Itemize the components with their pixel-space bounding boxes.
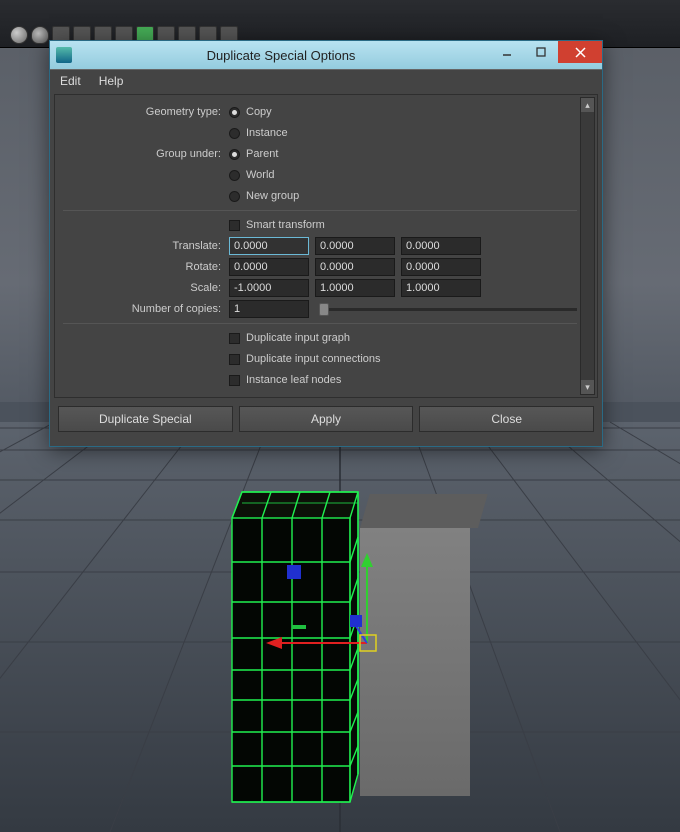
- minimize-button[interactable]: [490, 41, 524, 63]
- label-rotate: Rotate:: [63, 261, 229, 273]
- radio-world-label: World: [246, 169, 275, 181]
- scroll-track[interactable]: [581, 112, 594, 380]
- label-scale: Scale:: [63, 282, 229, 294]
- radio-parent[interactable]: [229, 149, 240, 160]
- close-dialog-button[interactable]: Close: [419, 406, 594, 432]
- radio-copy[interactable]: [229, 107, 240, 118]
- move-manipulator[interactable]: [252, 553, 422, 723]
- copies-slider[interactable]: [319, 308, 577, 311]
- label-group-under: Group under:: [63, 148, 229, 160]
- label-dup-input-graph: Duplicate input graph: [246, 332, 350, 344]
- maya-app-icon: [56, 47, 72, 63]
- label-translate: Translate:: [63, 240, 229, 252]
- input-rotate-x[interactable]: [229, 258, 309, 276]
- check-dup-input-conn[interactable]: [229, 354, 240, 365]
- titlebar[interactable]: Duplicate Special Options: [50, 41, 602, 69]
- scene-objects: [230, 488, 490, 808]
- duplicate-special-button[interactable]: Duplicate Special: [58, 406, 233, 432]
- label-geometry-type: Geometry type:: [63, 106, 229, 118]
- radio-new-group-label: New group: [246, 190, 299, 202]
- radio-instance-label: Instance: [246, 127, 288, 139]
- input-scale-z[interactable]: [401, 279, 481, 297]
- radio-parent-label: Parent: [246, 148, 278, 160]
- input-translate-z[interactable]: [401, 237, 481, 255]
- apply-button[interactable]: Apply: [239, 406, 414, 432]
- radio-copy-label: Copy: [246, 106, 272, 118]
- duplicate-special-dialog: Duplicate Special Options Edit Help Geom…: [49, 40, 603, 447]
- options-panel: Geometry type: Copy Instance Group under…: [54, 94, 598, 398]
- close-button[interactable]: [558, 41, 602, 63]
- scroll-down-icon[interactable]: ▾: [581, 380, 594, 394]
- input-translate-y[interactable]: [315, 237, 395, 255]
- slider-thumb[interactable]: [319, 303, 329, 316]
- label-smart-transform: Smart transform: [246, 219, 325, 231]
- input-rotate-z[interactable]: [401, 258, 481, 276]
- label-copies: Number of copies:: [63, 303, 229, 315]
- dialog-menubar: Edit Help: [50, 69, 602, 92]
- input-translate-x[interactable]: [229, 237, 309, 255]
- radio-world[interactable]: [229, 170, 240, 181]
- input-rotate-y[interactable]: [315, 258, 395, 276]
- input-scale-y[interactable]: [315, 279, 395, 297]
- radio-new-group[interactable]: [229, 191, 240, 202]
- scroll-up-icon[interactable]: ▴: [581, 98, 594, 112]
- label-dup-input-conn: Duplicate input connections: [246, 353, 381, 365]
- dialog-buttons: Duplicate Special Apply Close: [52, 398, 600, 440]
- toolbar-sphere-icon[interactable]: [10, 26, 28, 44]
- dialog-title: Duplicate Special Options: [72, 48, 490, 63]
- panel-scrollbar[interactable]: ▴ ▾: [580, 97, 595, 395]
- menu-edit[interactable]: Edit: [60, 74, 81, 88]
- input-copies[interactable]: [229, 300, 309, 318]
- toolbar-head-icon[interactable]: [31, 26, 49, 44]
- check-dup-input-graph[interactable]: [229, 333, 240, 344]
- menu-help[interactable]: Help: [99, 74, 124, 88]
- label-instance-leaf: Instance leaf nodes: [246, 374, 341, 386]
- check-instance-leaf[interactable]: [229, 375, 240, 386]
- check-smart-transform[interactable]: [229, 220, 240, 231]
- input-scale-x[interactable]: [229, 279, 309, 297]
- maximize-button[interactable]: [524, 41, 558, 63]
- radio-instance[interactable]: [229, 128, 240, 139]
